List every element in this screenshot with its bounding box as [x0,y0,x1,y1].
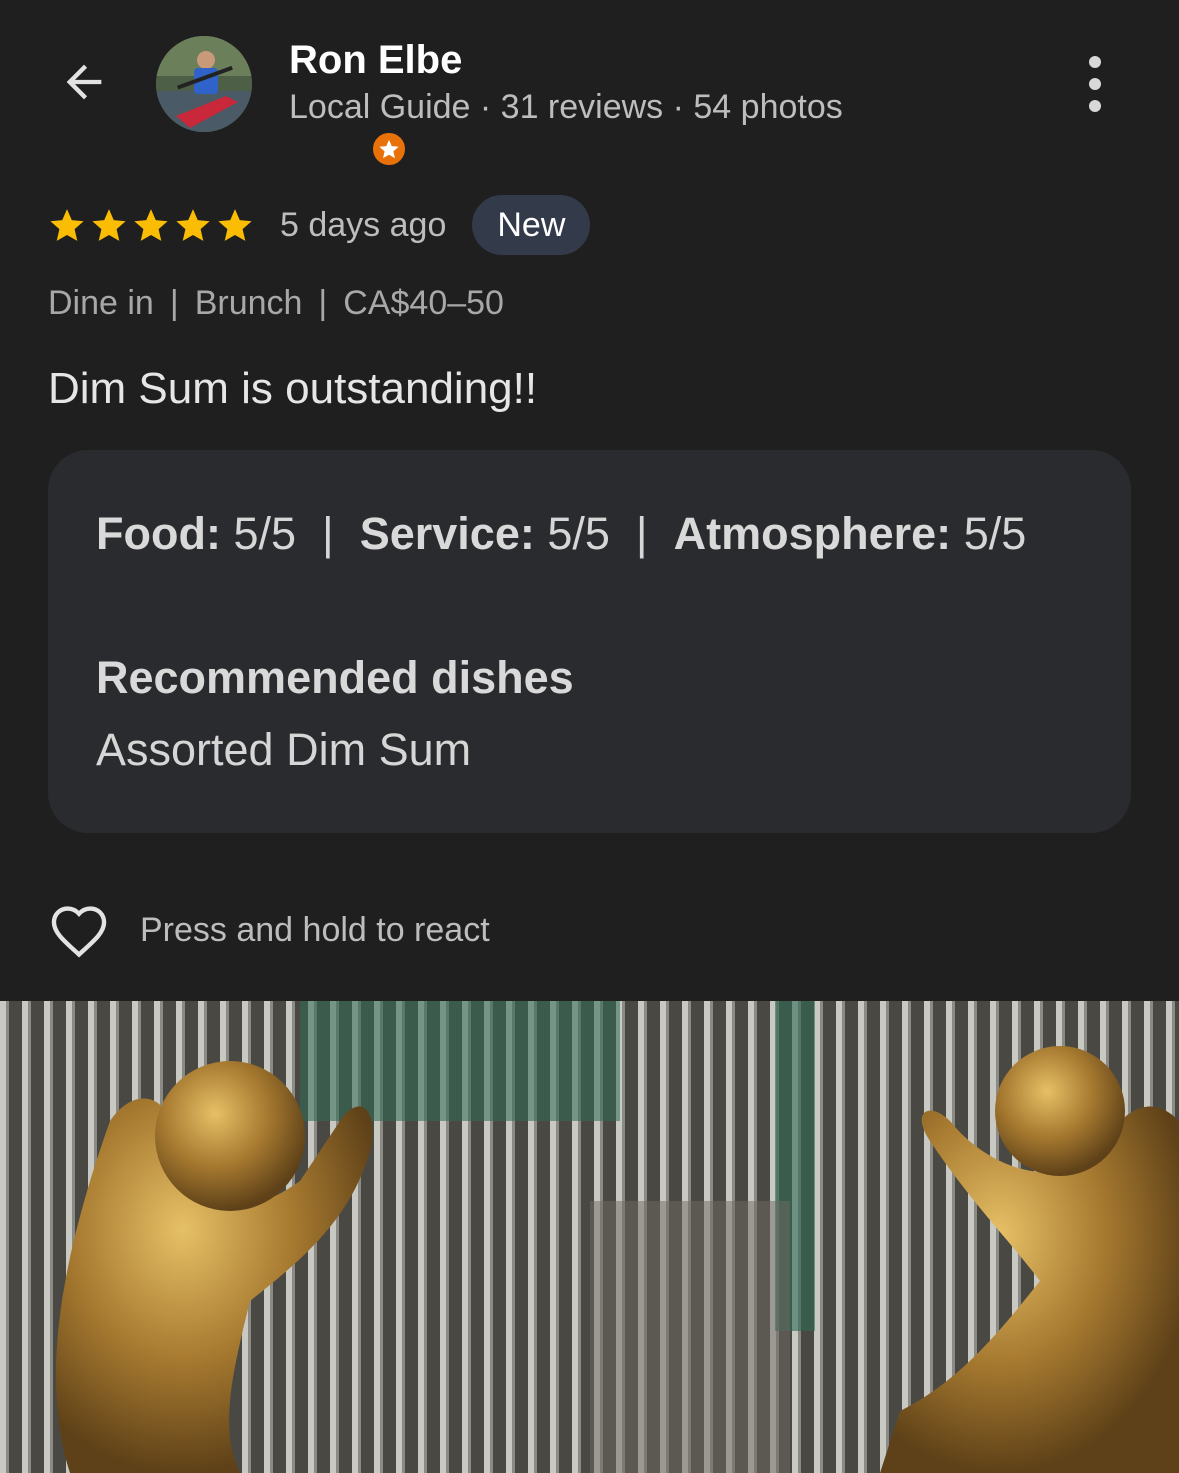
visit-tags: Dine in | Brunch | CA$40–50 [48,284,504,323]
new-badge: New [472,195,591,255]
reviewer-name[interactable]: Ron Elbe [289,38,462,83]
attr-service-value: 5/5 [547,508,610,559]
review-photo[interactable] [0,1001,1179,1473]
attr-atmosphere-label: Atmosphere: [673,508,952,559]
more-vert-icon [1089,56,1101,68]
separator: | [169,284,179,322]
recommended-dishes-value: Assorted Dim Sum [96,724,472,775]
react-label: Press and hold to react [140,910,490,949]
review-time: 5 days ago [280,205,447,244]
avatar[interactable] [156,36,408,168]
local-guide-star-icon [370,130,408,168]
star-rating [48,206,254,244]
star-icon [134,209,168,241]
avatar-photo [156,36,252,132]
review-details-card: Food: 5/5 | Service: 5/5 | Atmosphere: 5… [48,450,1131,833]
react-button[interactable]: Press and hold to react [48,900,490,960]
attr-food-value: 5/5 [233,508,297,559]
more-options-button[interactable] [1072,56,1118,112]
back-button[interactable] [52,50,116,114]
tag-dine-in: Dine in [48,284,154,322]
recommended-dishes-title: Recommended dishes [96,652,574,703]
tag-meal-type: Brunch [194,284,303,322]
review-text: Dim Sum is outstanding!! [48,364,538,413]
separator: | [318,284,328,322]
arrow-left-icon [66,64,102,100]
star-icon [50,209,84,241]
attr-food-label: Food: [96,508,221,559]
review-photo-image [0,1001,1179,1473]
star-icon [218,209,252,241]
rating-row: 5 days ago New [48,194,591,256]
attr-atmosphere-value: 5/5 [963,508,1027,559]
star-icon [92,209,126,241]
separator: | [635,508,648,559]
attribute-ratings: Food: 5/5 | Service: 5/5 | Atmosphere: 5… [96,508,1026,560]
separator: | [322,508,334,559]
review-header: Ron Elbe Local Guide · 31 reviews · 54 p… [0,0,1179,170]
star-icon [176,209,210,241]
heart-outline-icon [51,906,107,958]
reviewer-meta: Local Guide · 31 reviews · 54 photos [289,88,843,126]
attr-service-label: Service: [359,508,535,559]
tag-price: CA$40–50 [343,284,504,322]
